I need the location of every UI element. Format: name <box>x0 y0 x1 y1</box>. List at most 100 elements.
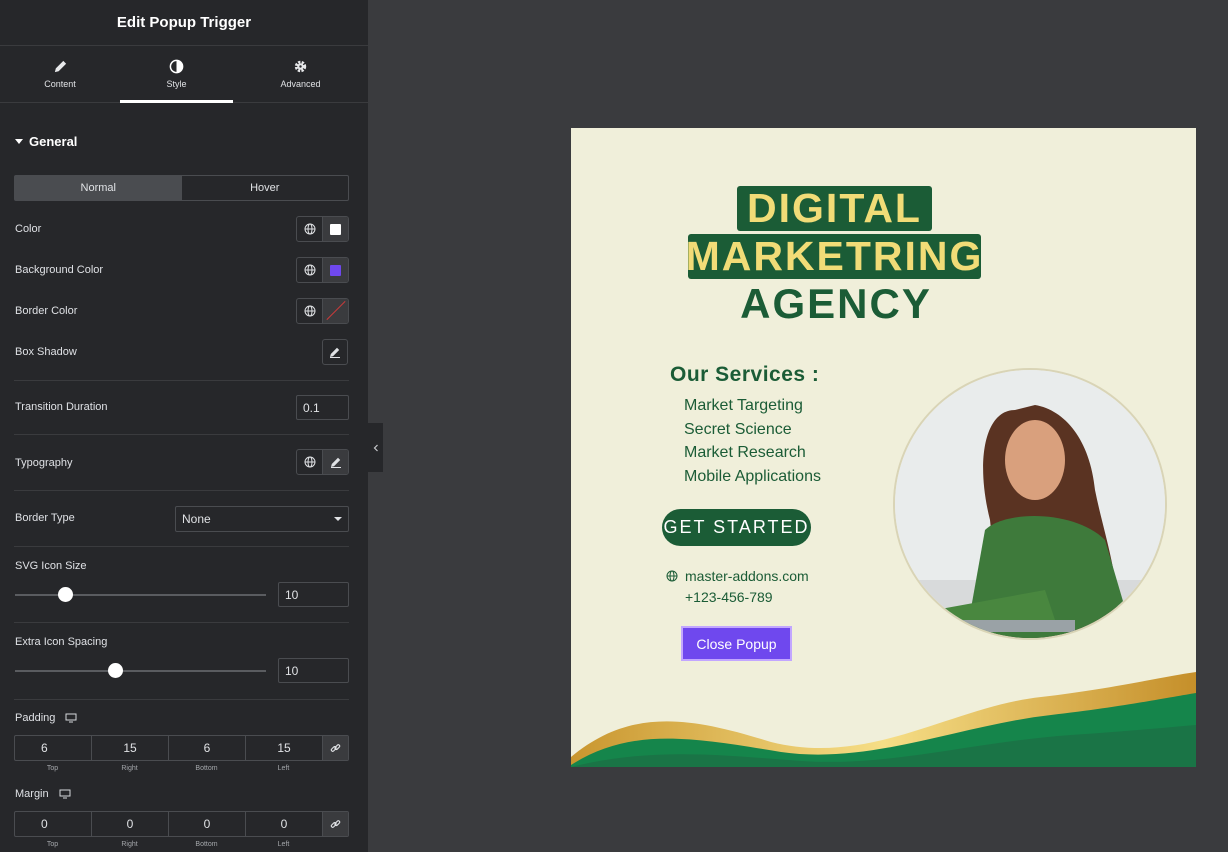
globe-icon <box>666 570 678 582</box>
tab-content[interactable]: Content <box>0 46 120 102</box>
transition-label: Transition Duration <box>15 401 108 413</box>
link-icon <box>330 743 341 752</box>
padding-dim-labels: Top Right Bottom Left <box>14 765 322 772</box>
color-swatch <box>330 223 342 235</box>
bg-color-swatch <box>330 264 342 276</box>
divider <box>14 622 349 623</box>
section-general-toggle[interactable]: General <box>15 134 77 149</box>
padding-right-input[interactable]: 15 <box>92 736 169 760</box>
margin-label: Margin <box>15 788 49 800</box>
globe-icon <box>304 264 316 276</box>
dim-label-top: Top <box>46 765 59 772</box>
service-item: Market Targeting <box>684 397 803 414</box>
border-type-select[interactable]: None <box>175 506 349 532</box>
divider <box>14 380 349 381</box>
contrast-icon <box>169 59 184 74</box>
panel-collapse-button[interactable] <box>368 423 383 472</box>
border-type-value: None <box>182 512 211 526</box>
get-started-button[interactable]: GET STARTED <box>662 509 811 546</box>
woman-photo <box>893 368 1167 640</box>
dim-label-bottom: Bottom <box>195 765 218 772</box>
globe-icon <box>304 456 316 468</box>
box-shadow-label: Box Shadow <box>15 346 77 358</box>
dim-label-right: Right <box>121 765 138 772</box>
divider <box>14 434 349 435</box>
tab-style-label: Style <box>166 79 187 89</box>
typography-global-button[interactable] <box>297 450 322 474</box>
margin-right-input[interactable]: 0 <box>92 812 169 836</box>
pencil-icon <box>54 60 66 73</box>
margin-inputs: 0 0 0 0 <box>14 811 349 837</box>
service-item: Mobile Applications <box>684 468 821 485</box>
website-link[interactable]: master-addons.com <box>685 568 809 584</box>
border-color-picker-button[interactable] <box>322 299 348 323</box>
desktop-icon[interactable] <box>65 713 77 723</box>
tab-advanced[interactable]: Advanced <box>233 46 368 102</box>
title-line2: MARKETRING <box>685 233 984 279</box>
no-color-swatch <box>326 301 346 321</box>
globe-icon <box>304 223 316 235</box>
title-line3: AGENCY <box>740 280 932 327</box>
popup-preview: DIGITAL MARKETRING AGENCY Our Services :… <box>571 128 1196 767</box>
phone-number: +123-456-789 <box>685 589 773 605</box>
state-normal-button[interactable]: Normal <box>15 176 182 200</box>
padding-inputs: 6 15 6 15 <box>14 735 349 761</box>
pencil-icon <box>330 347 340 358</box>
padding-link-button[interactable] <box>323 736 348 760</box>
decorative-waves <box>571 672 1196 767</box>
color-picker-button[interactable] <box>322 217 348 241</box>
bg-color-label: Background Color <box>15 264 104 276</box>
gear-icon <box>294 60 307 73</box>
margin-left-input[interactable]: 0 <box>246 812 323 836</box>
section-general-title: General <box>29 134 78 149</box>
color-global-button[interactable] <box>297 217 322 241</box>
bg-color-picker-button[interactable] <box>322 258 348 282</box>
border-color-control <box>296 298 349 324</box>
service-item: Market Research <box>684 444 806 461</box>
state-toggle: Normal Hover <box>14 175 349 201</box>
svg-size-input[interactable]: 10 <box>278 582 349 607</box>
dim-label-left: Left <box>277 841 290 848</box>
divider <box>14 699 349 700</box>
transition-input[interactable]: 0.1 <box>296 395 349 420</box>
dim-label-bottom: Bottom <box>195 841 218 848</box>
svg-size-slider-track[interactable] <box>15 594 266 596</box>
service-item: Secret Science <box>684 421 792 438</box>
services-title: Our Services : <box>670 363 820 386</box>
dim-label-right: Right <box>121 841 138 848</box>
tab-style[interactable]: Style <box>120 46 233 103</box>
panel-title: Edit Popup Trigger <box>0 0 368 46</box>
title-line1: DIGITAL <box>737 185 932 231</box>
svg-size-slider-thumb[interactable] <box>57 587 73 602</box>
spacing-slider-thumb[interactable] <box>107 663 123 678</box>
padding-bottom-input[interactable]: 6 <box>169 736 246 760</box>
margin-bottom-input[interactable]: 0 <box>169 812 246 836</box>
padding-left-input[interactable]: 15 <box>246 736 323 760</box>
spacing-label: Extra Icon Spacing <box>15 636 108 648</box>
chevron-down-icon <box>334 517 342 521</box>
typography-control <box>296 449 349 475</box>
margin-top-input[interactable]: 0 <box>15 812 92 836</box>
padding-label-row: Padding <box>15 712 77 724</box>
desktop-icon[interactable] <box>59 789 71 799</box>
spacing-slider-track[interactable] <box>15 670 266 672</box>
bg-color-global-button[interactable] <box>297 258 322 282</box>
color-control <box>296 216 349 242</box>
spacing-input[interactable]: 10 <box>278 658 349 683</box>
border-color-global-button[interactable] <box>297 299 322 323</box>
dim-label-left: Left <box>277 765 290 772</box>
margin-dim-labels: Top Right Bottom Left <box>14 841 322 848</box>
margin-link-button[interactable] <box>323 812 348 836</box>
padding-top-input[interactable]: 6 <box>15 736 92 760</box>
padding-label: Padding <box>15 712 56 724</box>
typography-edit-button[interactable] <box>322 450 348 474</box>
link-icon <box>330 819 341 828</box>
chevron-left-icon <box>373 444 378 451</box>
tab-advanced-label: Advanced <box>280 79 321 89</box>
divider <box>14 546 349 547</box>
typography-label: Typography <box>15 457 73 469</box>
box-shadow-edit-button[interactable] <box>322 339 348 365</box>
border-type-label: Border Type <box>15 512 75 524</box>
dim-label-top: Top <box>46 841 59 848</box>
state-hover-button[interactable]: Hover <box>182 176 349 200</box>
